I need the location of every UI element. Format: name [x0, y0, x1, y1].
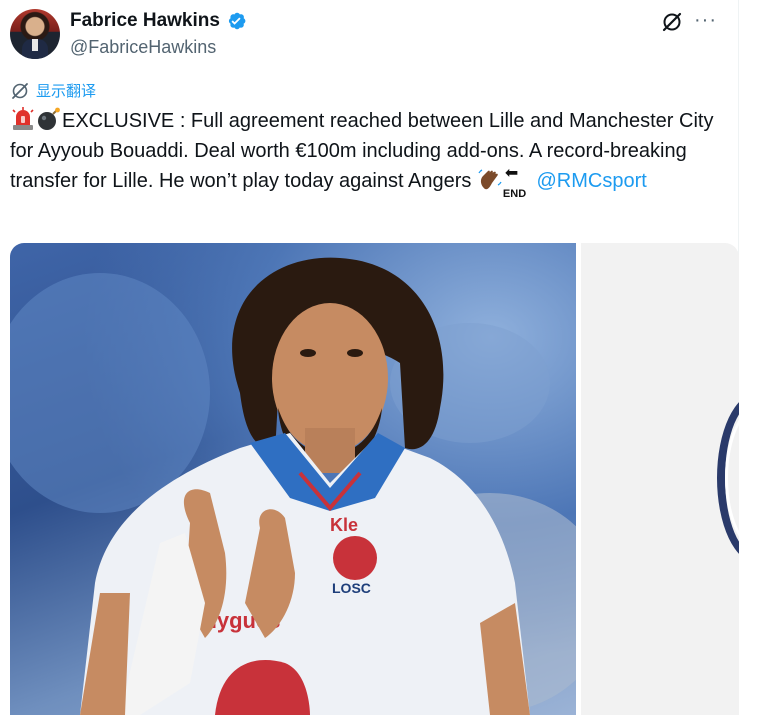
- grok-icon[interactable]: [660, 10, 684, 34]
- svg-text:LOSC: LOSC: [332, 580, 371, 596]
- bomb-icon: [38, 107, 60, 130]
- waving-hand-icon: [478, 169, 502, 190]
- tweet-photo-player[interactable]: Kle LOSC ouygues: [10, 243, 576, 715]
- tweet-photo-secondary[interactable]: [581, 243, 739, 715]
- author-name-row[interactable]: Fabrice Hawkins: [70, 10, 247, 32]
- show-translation-label[interactable]: 显示翻译: [36, 80, 96, 101]
- svg-text:Kle: Kle: [330, 515, 358, 535]
- rotating-light-icon: [12, 107, 34, 130]
- mention-link[interactable]: @RMCsport: [536, 170, 646, 192]
- author-handle[interactable]: @FabriceHawkins: [70, 37, 216, 58]
- avatar[interactable]: [10, 9, 60, 59]
- verified-badge-icon: [228, 12, 246, 30]
- player-photo-illustration: Kle LOSC ouygues: [10, 257, 576, 715]
- end-arrow-label: END: [502, 188, 527, 200]
- end-arrow-icon: ⬅ END: [503, 166, 531, 201]
- show-translation-link[interactable]: 显示翻译: [10, 80, 96, 101]
- more-options-icon[interactable]: ···: [694, 10, 718, 32]
- tweet-text: EXCLUSIVE : Full agreement reached betwe…: [10, 106, 730, 201]
- author-display-name[interactable]: Fabrice Hawkins: [70, 10, 220, 32]
- translate-icon: [12, 82, 28, 99]
